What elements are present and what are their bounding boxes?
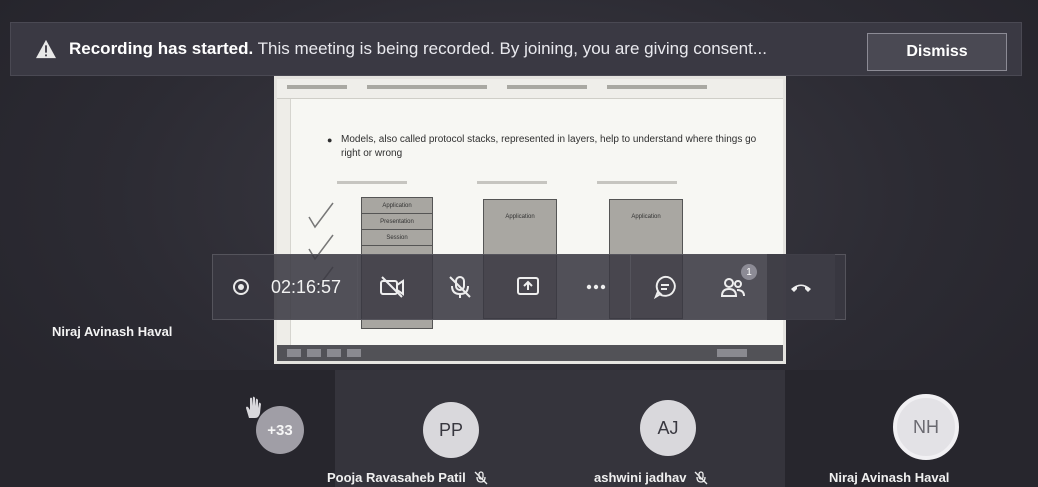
participant-strip: +33 PP Pooja Ravasaheb Patil AJ ashwini … xyxy=(0,370,1038,487)
participant-name-label: Pooja Ravasaheb Patil xyxy=(327,470,466,485)
participant-name: Niraj Avinash Haval xyxy=(829,470,949,485)
presenter-name-label: Niraj Avinash Haval xyxy=(52,324,173,339)
mic-toggle-button[interactable] xyxy=(426,254,494,320)
hang-up-button[interactable] xyxy=(767,254,835,320)
participant-tile[interactable]: NH Niraj Avinash Haval xyxy=(785,370,1038,487)
mic-off-icon xyxy=(474,470,488,484)
shared-screen: Models, also called protocol stacks, rep… xyxy=(274,76,786,364)
participant-tile-overflow[interactable]: +33 xyxy=(0,370,335,487)
avatar: AJ xyxy=(640,400,696,456)
chat-button[interactable] xyxy=(631,254,699,320)
stack-layer: Session xyxy=(362,230,432,246)
participant-tile[interactable]: PP Pooja Ravasaheb Patil xyxy=(327,370,560,487)
avatar: PP xyxy=(423,402,479,458)
meeting-stage: Recording has started. This meeting is b… xyxy=(0,0,1038,487)
slide-bullet-text: Models, also called protocol stacks, rep… xyxy=(327,133,761,161)
banner-text: This meeting is being recorded. By joini… xyxy=(253,39,767,58)
slide-column-heading xyxy=(337,181,407,184)
share-icon xyxy=(517,277,539,295)
participant-tile[interactable]: AJ ashwini jadhav xyxy=(560,370,785,487)
overflow-participants-avatar: +33 xyxy=(256,406,304,454)
stack-layer: Presentation xyxy=(362,214,432,230)
camera-off-icon xyxy=(380,276,404,298)
shared-taskbar xyxy=(277,345,783,361)
warning-icon xyxy=(36,39,56,59)
participants-button[interactable]: 1 xyxy=(699,254,767,320)
recording-banner: Recording has started. This meeting is b… xyxy=(10,22,1022,76)
mic-off-icon xyxy=(449,276,471,298)
banner-title: Recording has started. xyxy=(69,39,254,58)
camera-toggle-button[interactable] xyxy=(358,254,426,320)
chat-icon xyxy=(653,275,676,300)
stack-layer: Application xyxy=(362,198,432,214)
slide-column-heading xyxy=(477,181,547,184)
participant-name: Pooja Ravasaheb Patil xyxy=(327,470,488,485)
hang-up-icon xyxy=(791,284,811,292)
participants-icon xyxy=(720,278,745,297)
more-icon xyxy=(586,284,606,290)
mic-off-icon xyxy=(695,470,708,484)
share-screen-button[interactable] xyxy=(494,254,562,320)
slide-column-heading xyxy=(597,181,677,184)
participants-badge: 1 xyxy=(741,264,757,280)
avatar: NH xyxy=(893,394,959,460)
participant-name: ashwini jadhav xyxy=(594,470,708,485)
more-options-button[interactable] xyxy=(562,254,630,320)
meeting-control-bar: 02:16:57 1 xyxy=(212,254,846,320)
shared-app-ribbon xyxy=(277,79,783,99)
banner-message: Recording has started. This meeting is b… xyxy=(69,39,767,59)
dismiss-button[interactable]: Dismiss xyxy=(867,33,1007,71)
record-icon xyxy=(233,279,249,295)
participant-name-label: ashwini jadhav xyxy=(594,470,687,485)
meeting-timer: 02:16:57 xyxy=(271,276,342,297)
participant-name-label: Niraj Avinash Haval xyxy=(829,470,950,485)
